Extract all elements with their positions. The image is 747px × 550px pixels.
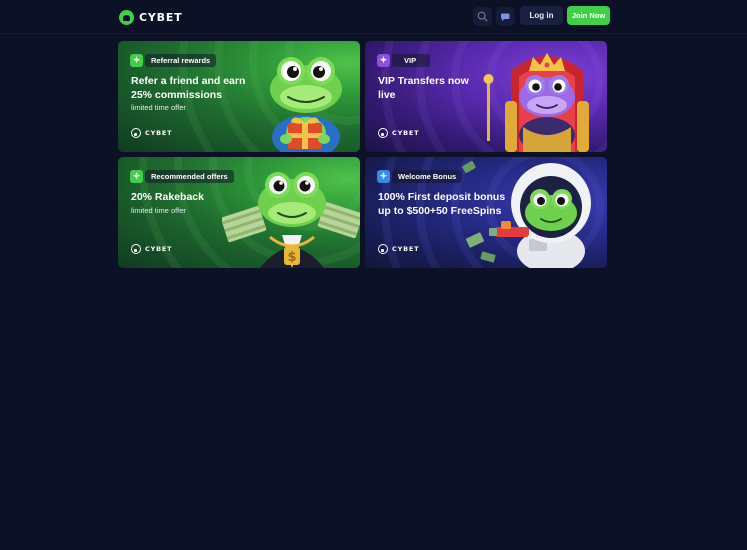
promo-card-vip[interactable]: ✦ VIP VIP Transfers now live CYBET: [365, 41, 607, 152]
promo-title: VIP Transfers now live: [378, 75, 469, 101]
card-brand: CYBET: [131, 127, 172, 138]
brand-text: CYBET: [392, 128, 420, 137]
cybet-logo-icon: [378, 243, 388, 254]
chat-button[interactable]: [496, 7, 515, 26]
frog-king-illustration: [483, 53, 589, 152]
cybet-logo-icon: [378, 127, 388, 138]
top-header: CYBET Log in Join Now: [0, 0, 747, 34]
promo-card-rakeback[interactable]: ✦ Recommended offers 20% Rakeback limite…: [118, 157, 360, 268]
badge-label: Referral rewards: [145, 53, 217, 67]
frog-with-gift-illustration: [270, 57, 342, 152]
login-button[interactable]: Log in: [520, 6, 563, 25]
brand-text: CYBET: [145, 244, 173, 253]
promo-subtitle: limited time offer: [131, 103, 186, 112]
cybet-logo-icon: [131, 127, 141, 138]
badge-label: Recommended offers: [145, 169, 234, 183]
frog-with-money-illustration: $: [222, 172, 360, 268]
brand-text: CYBET: [145, 128, 173, 137]
site-logo[interactable]: CYBET: [119, 9, 182, 25]
promo-subtitle: limited time offer: [131, 206, 186, 215]
sparkle-icon: ✦: [377, 53, 390, 67]
brand-name: CYBET: [139, 10, 183, 24]
card-brand: CYBET: [378, 127, 419, 138]
cybet-logo-icon: [119, 9, 134, 25]
svg-text:$: $: [287, 250, 296, 265]
cybet-logo-icon: [131, 243, 141, 254]
search-icon: [477, 11, 488, 22]
badge-label: Welcome Bonus: [392, 169, 463, 183]
promo-title: Refer a friend and earn 25% commissions: [131, 75, 246, 101]
brand-text: CYBET: [392, 244, 420, 253]
badge-label: VIP: [392, 53, 431, 67]
chat-icon: [501, 13, 510, 21]
sparkle-icon: ✦: [130, 53, 143, 67]
promo-card-welcome-bonus[interactable]: ✦ Welcome Bonus 100% First deposit bonus…: [365, 157, 607, 268]
card-brand: CYBET: [131, 243, 172, 254]
promo-badge: ✦ Welcome Bonus: [377, 169, 463, 183]
card-brand: CYBET: [378, 243, 419, 254]
promo-badge: ✦ Recommended offers: [130, 169, 234, 183]
promo-card-referral[interactable]: ✦ Referral rewards Refer a friend and ea…: [118, 41, 360, 152]
frog-astronaut-illustration: [462, 160, 591, 268]
promo-badge: ✦ VIP: [377, 53, 431, 67]
sparkle-icon: ✦: [377, 169, 390, 183]
search-button[interactable]: [473, 7, 492, 26]
promo-badge: ✦ Referral rewards: [130, 53, 217, 67]
sparkle-icon: ✦: [130, 169, 143, 183]
join-now-button[interactable]: Join Now: [567, 6, 610, 25]
